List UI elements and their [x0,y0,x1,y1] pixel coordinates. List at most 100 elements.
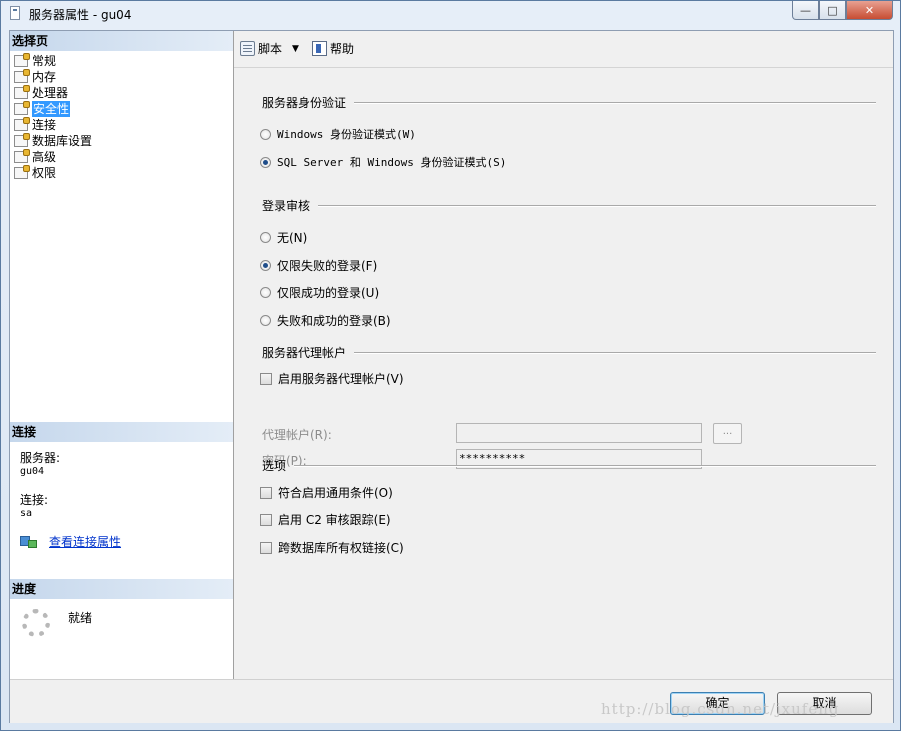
close-icon: ✕ [864,3,875,17]
page-item-security[interactable]: 安全性 [14,101,92,117]
watermark-text: http://blog.csdn.net/jxufeng [601,700,840,718]
section-title: 登录审核 [262,199,311,213]
audit-none-radio[interactable] [260,232,271,243]
login-audit-section: 登录审核 [262,197,876,214]
section-title: 选项 [262,459,287,473]
connection-info: 连接: sa [20,494,48,520]
auth-windows-radio[interactable] [260,128,271,140]
browse-proxy-button[interactable]: ... [713,423,742,444]
section-title: 服务器代理帐户 [262,346,347,360]
proxy-account-input[interactable] [456,423,702,443]
title-bar[interactable]: 服务器属性 - gu04 — □ ✕ [1,1,900,27]
audit-success-radio[interactable] [260,287,271,298]
c2-audit-checkbox[interactable] [260,513,272,526]
page-item-database-settings[interactable]: 数据库设置 [14,133,92,149]
window-title: 服务器属性 - gu04 [29,8,132,22]
dialog-client-area: 选择页 常规 内存 处理器 安全性 连接 数据库设置 高级 权限 连接 服务器:… [9,30,894,723]
chevron-down-icon[interactable]: ▼ [292,44,299,54]
page-item-label: 安全性 [32,101,71,117]
audit-both-option[interactable]: 失败和成功的登录(B) [260,312,391,329]
enable-proxy-label: 启用服务器代理帐户(V) [278,372,404,386]
maximize-button[interactable]: □ [819,1,846,20]
server-info: 服务器: gu04 [20,452,60,478]
page-icon [14,69,30,83]
auth-mixed-radio[interactable] [260,156,271,168]
audit-both-radio[interactable] [260,315,271,326]
server-value: gu04 [20,466,45,477]
c2-audit-option[interactable]: 启用 C2 审核跟踪(E) [260,511,391,528]
enable-proxy-option[interactable]: 启用服务器代理帐户(V) [260,370,404,387]
page-icon [14,165,30,179]
script-icon [240,41,255,56]
auth-mixed-label: SQL Server 和 Windows 身份验证模式(S) [277,156,507,169]
security-page-content: 服务器身份验证 Windows 身份验证模式(W) SQL Server 和 W… [234,68,893,679]
connection-properties-icon [20,535,37,549]
help-icon [312,41,327,56]
select-page-header: 选择页 [10,31,233,51]
page-item-permissions[interactable]: 权限 [14,165,92,181]
page-icon [14,53,30,67]
progress-header: 进度 [10,579,233,599]
page-item-label: 处理器 [32,86,69,100]
page-icon [14,133,30,147]
proxy-account-label: 代理帐户(R): [262,428,332,442]
audit-none-label: 无(N) [277,231,308,245]
toolbar: 脚本 ▼ 帮助 [234,31,893,68]
auth-windows-label: Windows 身份验证模式(W) [277,128,416,141]
page-list: 常规 内存 处理器 安全性 连接 数据库设置 高级 权限 [14,53,92,181]
page-item-memory[interactable]: 内存 [14,69,92,85]
audit-failed-option[interactable]: 仅限失败的登录(F) [260,257,377,274]
page-item-label: 连接 [32,118,57,132]
connection-value: sa [20,508,33,519]
connection-header: 连接 [10,422,233,442]
minimize-button[interactable]: — [792,1,819,20]
script-label: 脚本 [258,42,283,56]
options-section: 选项 [262,457,876,474]
audit-none-option[interactable]: 无(N) [260,229,307,246]
page-item-label: 内存 [32,70,57,84]
server-auth-section: 服务器身份验证 [262,94,876,111]
page-item-label: 权限 [32,166,57,180]
audit-failed-radio[interactable] [260,260,271,271]
script-button[interactable]: 脚本 ▼ [240,40,299,57]
audit-failed-label: 仅限失败的登录(F) [277,259,378,273]
cross-db-chaining-checkbox[interactable] [260,541,272,554]
cross-db-chaining-label: 跨数据库所有权链接(C) [278,541,404,555]
view-connection-properties-link[interactable]: 查看连接属性 [49,533,121,550]
help-label: 帮助 [330,42,355,56]
help-button[interactable]: 帮助 [312,40,354,57]
left-pane: 选择页 常规 内存 处理器 安全性 连接 数据库设置 高级 权限 连接 服务器:… [10,31,234,679]
progress-status: 就绪 [68,611,93,625]
section-divider [354,101,876,104]
page-item-label: 常规 [32,54,57,68]
enable-proxy-checkbox[interactable] [260,372,272,385]
page-icon [14,149,30,163]
section-divider [354,351,876,354]
page-icon [14,117,30,131]
connection-label: 连接: [20,493,49,507]
section-divider [294,464,876,467]
page-item-general[interactable]: 常规 [14,53,92,69]
c2-audit-label: 启用 C2 审核跟踪(E) [278,513,391,527]
page-icon [14,85,30,99]
audit-success-option[interactable]: 仅限成功的登录(U) [260,284,379,301]
cross-db-chaining-option[interactable]: 跨数据库所有权链接(C) [260,539,404,556]
progress-spinner-icon [22,609,50,637]
close-button[interactable]: ✕ [846,1,893,20]
page-item-label: 高级 [32,150,57,164]
page-icon [14,101,30,115]
page-item-connections[interactable]: 连接 [14,117,92,133]
page-item-label: 数据库设置 [32,134,93,148]
page-item-processors[interactable]: 处理器 [14,85,92,101]
audit-both-label: 失败和成功的登录(B) [277,314,391,328]
audit-success-label: 仅限成功的登录(U) [277,286,380,300]
auth-windows-option[interactable]: Windows 身份验证模式(W) [260,126,416,142]
page-item-advanced[interactable]: 高级 [14,149,92,165]
server-label: 服务器: [20,451,61,465]
common-criteria-option[interactable]: 符合启用通用条件(O) [260,484,393,501]
auth-mixed-option[interactable]: SQL Server 和 Windows 身份验证模式(S) [260,154,506,170]
server-properties-window: 服务器属性 - gu04 — □ ✕ 选择页 常规 内存 处理器 安全性 连接 … [0,0,901,731]
section-title: 服务器身份验证 [262,96,347,110]
view-connection-properties[interactable]: 查看连接属性 [20,533,121,550]
common-criteria-checkbox[interactable] [260,486,272,499]
